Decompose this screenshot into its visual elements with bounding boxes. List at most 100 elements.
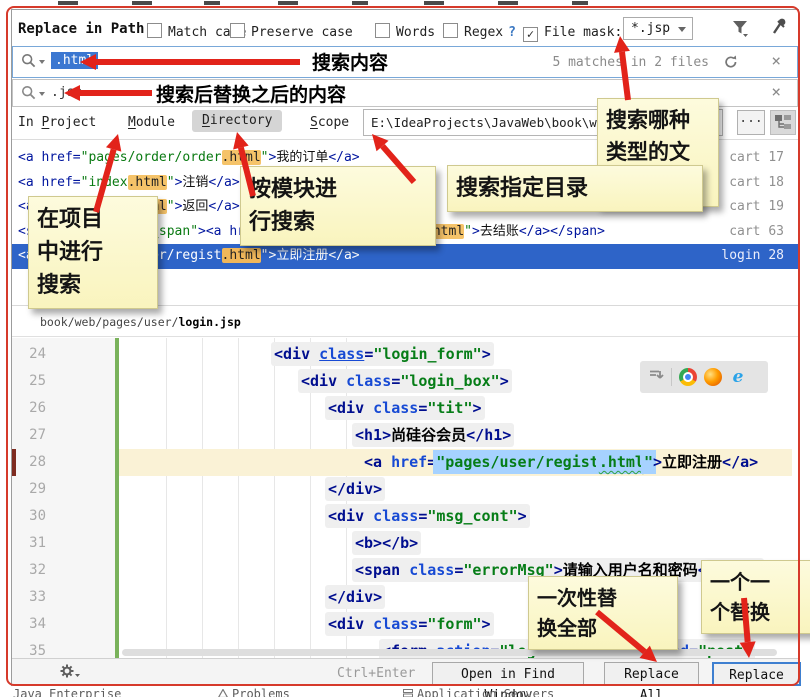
code-segment: <div bbox=[274, 345, 319, 363]
refresh-icon[interactable] bbox=[723, 54, 739, 74]
close-icon[interactable]: × bbox=[771, 51, 781, 71]
code-segment: </div> bbox=[328, 480, 382, 498]
code-segment: .html bbox=[599, 453, 644, 471]
gear-icon[interactable] bbox=[58, 662, 80, 686]
indent-guide bbox=[166, 338, 167, 658]
option-label: Preserve case bbox=[251, 25, 353, 40]
checkbox-preserve-case[interactable] bbox=[230, 23, 245, 38]
code-line-text: <div class="login_box"> bbox=[301, 372, 509, 390]
line-number: 33 bbox=[14, 584, 46, 611]
code-line: <b></b> bbox=[355, 530, 418, 557]
checkbox-words[interactable] bbox=[375, 23, 390, 38]
code-segment: > bbox=[500, 372, 509, 390]
code-segment: </a> bbox=[328, 150, 359, 165]
option-label: File mask: bbox=[544, 25, 622, 40]
scroll-to-source-icon[interactable] bbox=[648, 367, 664, 387]
status-item-application-servers[interactable]: Application Servers bbox=[403, 687, 554, 697]
option-preserve-case: Preserve case bbox=[230, 21, 353, 37]
internet-explorer-icon[interactable]: e bbox=[729, 368, 747, 386]
file-mask-combobox[interactable]: *.jsp bbox=[623, 17, 693, 40]
dialog-title: Replace in Path bbox=[18, 21, 144, 37]
chrome-icon[interactable] bbox=[679, 368, 697, 386]
scope-tab-directory[interactable]: Directory bbox=[192, 110, 282, 132]
code-segment: > bbox=[518, 507, 527, 525]
code-segment: > bbox=[482, 615, 491, 633]
sticky-note-replace-all: 一次性替换全部 bbox=[528, 576, 678, 650]
match-count-label: 5 matches in 2 files bbox=[552, 55, 709, 70]
code-segment: = bbox=[391, 372, 400, 390]
option-regex: Regex? bbox=[443, 21, 516, 37]
status-item-problems[interactable]: Problems bbox=[218, 687, 290, 697]
horizontal-scrollbar[interactable] bbox=[122, 649, 777, 656]
status-item-java-enterprise[interactable]: Java Enterprise bbox=[13, 687, 121, 697]
code-segment: </h1> bbox=[466, 426, 511, 444]
code-line-text: <b></b> bbox=[355, 534, 418, 552]
code-segment: class bbox=[373, 615, 418, 633]
code-segment: = bbox=[418, 399, 427, 417]
code-line-text: <a href="pages/user/regist.html">立即注册</a… bbox=[364, 453, 758, 471]
code-line-text: </div> bbox=[328, 480, 382, 498]
code-segment: <a bbox=[364, 453, 391, 471]
code-segment: > bbox=[198, 224, 206, 239]
line-number: 34 bbox=[14, 611, 46, 638]
code-segment: "pages/user/regist bbox=[436, 453, 599, 471]
code-line-text: <div class="login_form"> bbox=[274, 345, 491, 363]
sticky-note-line: 搜索哪种 bbox=[606, 105, 710, 137]
code-line: </div> bbox=[328, 584, 382, 611]
code-segment: .html bbox=[128, 175, 167, 190]
search-icon[interactable] bbox=[21, 53, 37, 73]
search-input[interactable]: .html 5 matches in 2 files × bbox=[12, 46, 798, 78]
scope-tab-in-project[interactable]: In Project bbox=[18, 112, 96, 134]
checkbox-match-case[interactable] bbox=[147, 23, 162, 38]
scope-tab-scope[interactable]: Scope bbox=[310, 112, 349, 134]
indent-guide bbox=[202, 338, 203, 658]
line-number: 27 bbox=[14, 422, 46, 449]
open-in-find-window-button[interactable]: Open in Find Window bbox=[432, 662, 584, 686]
code-line: <div class="login_box"> bbox=[301, 368, 509, 395]
code-segment: "login_form" bbox=[373, 345, 481, 363]
sticky-note-line: 个替换 bbox=[710, 597, 805, 627]
result-file-reference: login 28 bbox=[721, 244, 784, 269]
code-line: <div class="login_form"> bbox=[274, 341, 491, 368]
code-segment: = bbox=[364, 345, 373, 363]
browse-directory-button[interactable]: ... bbox=[737, 110, 765, 135]
search-query-selected-text: .html bbox=[51, 52, 98, 69]
file-mask-value: *.jsp bbox=[631, 21, 670, 36]
code-segment: </a> bbox=[208, 175, 239, 190]
scope-tab-module[interactable]: Module bbox=[128, 112, 175, 134]
replace-all-button[interactable]: Replace All bbox=[604, 662, 699, 686]
dialog-footer: Ctrl+Enter Open in Find WindowReplace Al… bbox=[12, 658, 798, 686]
code-segment: class bbox=[373, 399, 418, 417]
sticky-note-line: 在项目 bbox=[37, 203, 149, 236]
close-icon[interactable]: × bbox=[771, 82, 781, 102]
checkbox-file-mask[interactable]: ✓ bbox=[523, 27, 538, 42]
browser-preview-toolbar: e bbox=[640, 361, 768, 393]
filter-icon[interactable] bbox=[731, 19, 749, 41]
regex-help-icon[interactable]: ? bbox=[508, 25, 516, 40]
code-line: <a href="pages/user/regist.html">立即注册</a… bbox=[364, 449, 758, 476]
option-label: Regex bbox=[464, 25, 503, 40]
option-label: Words bbox=[396, 25, 435, 40]
sticky-note-line: 按模块进 bbox=[249, 173, 427, 206]
checkbox-regex[interactable] bbox=[443, 23, 458, 38]
chevron-down-icon[interactable] bbox=[39, 60, 45, 64]
code-segment: > bbox=[653, 453, 662, 471]
code-line: <div class="form"> bbox=[328, 611, 491, 638]
vcs-change-bar bbox=[115, 338, 119, 658]
firefox-icon[interactable] bbox=[704, 368, 722, 386]
code-segment: > bbox=[472, 224, 480, 239]
breadcrumb[interactable]: book/web/pages/user/login.jsp bbox=[40, 315, 241, 329]
chevron-down-icon[interactable] bbox=[39, 92, 45, 96]
code-segment: 立即注册 bbox=[276, 248, 328, 263]
code-segment: = bbox=[427, 453, 436, 471]
sticky-note-line: 类型的文 bbox=[606, 137, 710, 169]
toggle-subdirectories-icon[interactable] bbox=[770, 110, 796, 135]
sticky-note-line: 换全部 bbox=[537, 613, 669, 643]
pin-icon[interactable] bbox=[771, 17, 789, 41]
code-segment: 返回 bbox=[182, 199, 208, 214]
code-line-text: <div class="msg_cont"> bbox=[328, 507, 527, 525]
replace-button[interactable]: Replace bbox=[712, 662, 801, 686]
chevron-down-icon[interactable] bbox=[678, 27, 686, 32]
search-icon[interactable] bbox=[21, 85, 37, 105]
line-number: 31 bbox=[14, 530, 46, 557]
